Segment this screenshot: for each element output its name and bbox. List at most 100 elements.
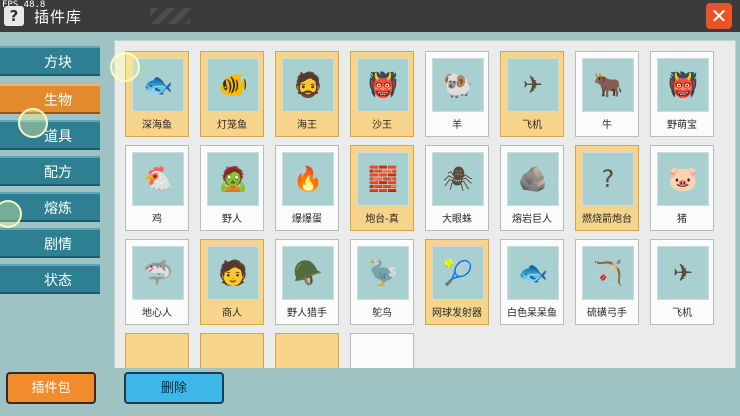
category-status[interactable]: 状态 (0, 264, 100, 294)
plugin-thumbnail: 🧔 (282, 58, 334, 112)
turret-icon: 🧱 (368, 165, 398, 193)
plugin-tile[interactable]: 🧱 炮台-真 (350, 145, 414, 231)
creature-icon: 🐟 (143, 71, 173, 99)
plugin-tile[interactable]: 👹 沙王 (350, 51, 414, 137)
creature-icon: 🦤 (368, 259, 398, 287)
plugin-label: 地心人 (142, 308, 172, 319)
plugin-label: 商人 (222, 308, 242, 319)
plugin-tile[interactable]: ? 燃烧箭炮台 (575, 145, 639, 231)
plugin-label: 野人猎手 (287, 308, 327, 319)
plugin-thumbnail: 👹 (657, 58, 709, 112)
plugin-label: 飞机 (522, 120, 542, 131)
decorative-stripes (150, 8, 190, 24)
plugin-thumbnail: 🐠 (207, 58, 259, 112)
plugin-thumbnail: ✈ (657, 246, 709, 300)
plugin-thumbnail: ✈ (507, 58, 559, 112)
page-title: 插件库 (34, 8, 83, 26)
plugin-tile[interactable]: 👹 野萌宝 (650, 51, 714, 137)
plugin-tile-partial[interactable] (200, 333, 264, 369)
plugin-tile[interactable]: 🏹 硫磺弓手 (575, 239, 639, 325)
plugin-label: 灯笼鱼 (217, 120, 247, 131)
plugin-thumbnail: 🐔 (132, 152, 184, 206)
plugin-tile[interactable]: 🦤 鸵鸟 (350, 239, 414, 325)
plugin-thumbnail: 🧱 (357, 152, 409, 206)
creature-icon: 🐟 (518, 259, 548, 287)
plugin-label: 野人 (222, 214, 242, 225)
plugin-label: 野萌宝 (667, 120, 697, 131)
plugin-tile[interactable]: 🔥 爆爆蛋 (275, 145, 339, 231)
touch-indicator (110, 52, 140, 82)
creature-icon: 🕷 (442, 165, 474, 193)
creature-icon: 🧔 (293, 71, 323, 99)
plugin-thumbnail: ? (582, 152, 634, 206)
plugin-tile[interactable]: 🧔 海王 (275, 51, 339, 137)
creature-icon: ✈ (672, 259, 694, 287)
plugin-label: 沙王 (372, 120, 392, 131)
creature-icon: ✈ (522, 71, 544, 99)
plugin-pack-button[interactable]: 插件包 (6, 372, 96, 404)
plugin-thumbnail: 🔥 (282, 152, 334, 206)
close-icon[interactable]: ✕ (706, 3, 732, 29)
launcher-icon: 🎾 (443, 259, 473, 287)
plugin-tile[interactable]: 🧟 野人 (200, 145, 264, 231)
creature-icon: 🐏 (443, 71, 473, 99)
delete-button[interactable]: 删除 (124, 372, 224, 404)
top-bar: FPS 48.8 ? 插件库 ✕ (0, 0, 740, 32)
plugin-thumbnail: 👹 (357, 58, 409, 112)
plugin-thumbnail: 🐷 (657, 152, 709, 206)
plugin-thumbnail: 🪨 (507, 152, 559, 206)
plugin-tile-partial[interactable] (275, 333, 339, 369)
plugin-label: 白色呆呆鱼 (507, 308, 557, 319)
plugin-tile[interactable]: 🐠 灯笼鱼 (200, 51, 264, 137)
plugin-grid-panel: 🐟 深海鱼 🐠 灯笼鱼 🧔 海王 👹 沙王 🐏 羊 ✈ 飞机 🐂 牛 👹 野萌宝 🐔 鸡 🧟 野人 … (108, 32, 740, 370)
category-recipes[interactable]: 配方 (0, 156, 100, 186)
plugin-thumbnail: 🏹 (582, 246, 634, 300)
plugin-label: 海王 (297, 120, 317, 131)
creature-icon: 🧟 (218, 165, 248, 193)
plugin-label: 燃烧箭炮台 (582, 214, 632, 225)
plugin-tile[interactable]: 🕷 大眼蛛 (425, 145, 489, 231)
plugin-tile-partial[interactable] (125, 333, 189, 369)
plugin-tile[interactable]: 🐷 猪 (650, 145, 714, 231)
help-icon[interactable]: ? (4, 6, 24, 26)
plugin-tile[interactable]: ✈ 飞机 (500, 51, 564, 137)
add-plugin-tile[interactable] (350, 333, 414, 369)
plugin-label: 鸵鸟 (372, 308, 392, 319)
plugin-label: 大眼蛛 (442, 214, 472, 225)
plugin-label: 炮台-真 (365, 214, 399, 225)
category-items[interactable]: 道具 (0, 120, 100, 150)
plugin-label: 爆爆蛋 (292, 214, 322, 225)
plugin-thumbnail: 🐂 (582, 58, 634, 112)
plugin-thumbnail: 🪖 (282, 246, 334, 300)
category-story[interactable]: 剧情 (0, 228, 100, 258)
plugin-tile[interactable]: 🧑 商人 (200, 239, 264, 325)
plugin-tile[interactable]: 🐂 牛 (575, 51, 639, 137)
plugin-grid: 🐟 深海鱼 🐠 灯笼鱼 🧔 海王 👹 沙王 🐏 羊 ✈ 飞机 🐂 牛 👹 野萌宝 🐔 鸡 🧟 野人 … (114, 40, 736, 370)
plugin-tile[interactable]: 🐔 鸡 (125, 145, 189, 231)
plugin-tile[interactable]: 🪖 野人猎手 (275, 239, 339, 325)
plugin-tile[interactable]: ✈ 飞机 (650, 239, 714, 325)
creature-icon: 👹 (368, 71, 398, 99)
plugin-label: 牛 (602, 120, 612, 131)
creature-icon: 🏹 (593, 259, 623, 287)
plugin-tile[interactable]: 🦈 地心人 (125, 239, 189, 325)
plugin-label: 羊 (452, 120, 462, 131)
plugin-tile[interactable]: 🪨 熔岩巨人 (500, 145, 564, 231)
plugin-label: 深海鱼 (142, 120, 172, 131)
plugin-tile[interactable]: 🎾 网球发射器 (425, 239, 489, 325)
creature-icon: 🧑 (218, 259, 248, 287)
plugin-tile[interactable]: 🐏 羊 (425, 51, 489, 137)
creature-icon: 🐔 (143, 165, 173, 193)
plugin-label: 鸡 (152, 214, 162, 225)
category-creatures[interactable]: 生物 (0, 84, 100, 114)
category-blocks[interactable]: 方块 (0, 46, 100, 76)
plugin-label: 飞机 (672, 308, 692, 319)
creature-icon: 🐠 (218, 71, 248, 99)
plugin-label: 网球发射器 (432, 308, 482, 319)
plugin-label: 熔岩巨人 (512, 214, 552, 225)
plugin-thumbnail: 🦤 (357, 246, 409, 300)
plugin-thumbnail: 🕷 (432, 152, 484, 206)
plugin-tile[interactable]: 🐟 白色呆呆鱼 (500, 239, 564, 325)
plugin-label: 猪 (677, 214, 687, 225)
creature-icon: 🪖 (293, 259, 323, 287)
